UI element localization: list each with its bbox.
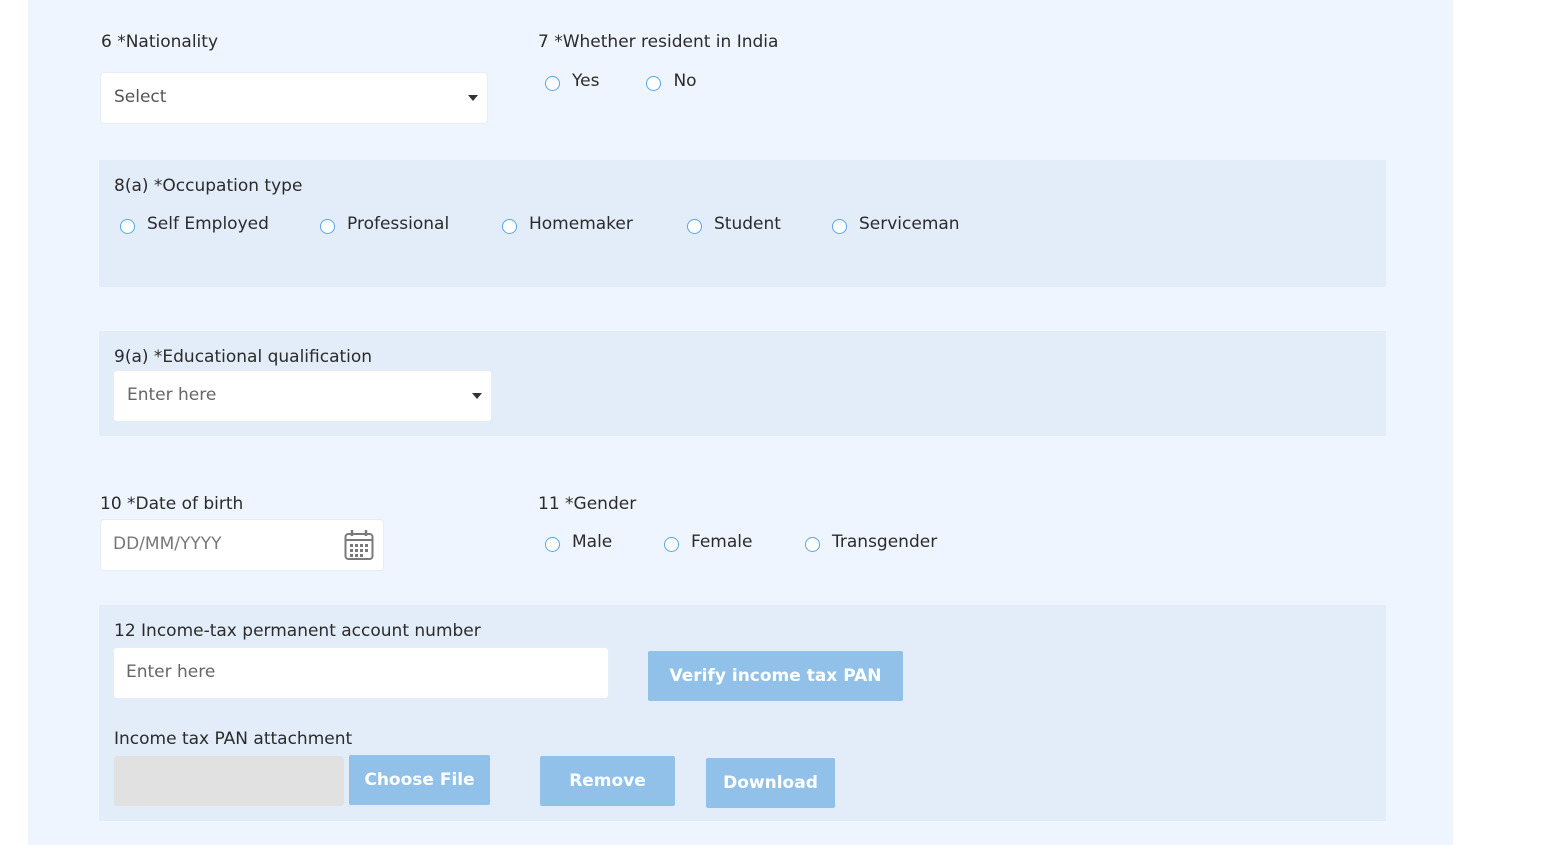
occupation-option-serviceman[interactable]: Serviceman — [832, 214, 960, 234]
gender-label: 11 *Gender — [538, 494, 637, 514]
dob-input[interactable]: DD/MM/YYYY — [101, 520, 383, 570]
radio-label: Professional — [347, 214, 450, 234]
radio-label: Self Employed — [147, 214, 269, 234]
radio-label: No — [673, 71, 697, 91]
resident-radio-group: Yes No — [545, 71, 697, 91]
nationality-label: 6 *Nationality — [101, 32, 219, 52]
education-placeholder: Enter here — [127, 385, 217, 405]
gender-option-transgender[interactable]: Transgender — [805, 532, 937, 552]
radio-button[interactable] — [545, 75, 560, 91]
dob-placeholder: DD/MM/YYYY — [113, 534, 222, 554]
occupation-option-homemaker[interactable]: Homemaker — [502, 214, 633, 234]
occupation-label: 8(a) *Occupation type — [114, 176, 303, 196]
pan-input[interactable]: Enter here — [114, 648, 608, 698]
radio-button[interactable] — [320, 218, 335, 234]
resident-label: 7 *Whether resident in India — [538, 32, 779, 52]
caret-down-icon — [468, 95, 478, 101]
radio-label: Yes — [572, 71, 600, 91]
download-button[interactable]: Download — [706, 758, 835, 808]
pan-label: 12 Income-tax permanent account number — [114, 621, 481, 641]
radio-label: Male — [572, 532, 613, 552]
file-name-field — [114, 756, 344, 806]
gender-radio-group: Male Female Transgender — [545, 532, 1045, 556]
resident-option-no[interactable]: No — [646, 71, 697, 91]
radio-button[interactable] — [545, 536, 560, 552]
verify-pan-button[interactable]: Verify income tax PAN — [648, 651, 903, 701]
radio-button[interactable] — [646, 75, 662, 91]
radio-label: Female — [691, 532, 753, 552]
occupation-option-student[interactable]: Student — [687, 214, 781, 234]
radio-button[interactable] — [120, 218, 135, 234]
radio-label: Serviceman — [859, 214, 960, 234]
caret-down-icon — [472, 393, 482, 399]
gender-option-female[interactable]: Female — [664, 532, 752, 552]
radio-label: Student — [714, 214, 781, 234]
occupation-radio-group: Self Employed Professional Homemaker Stu… — [120, 214, 1020, 238]
occupation-option-self-employed[interactable]: Self Employed — [120, 214, 269, 234]
gender-option-male[interactable]: Male — [545, 532, 612, 552]
dob-label: 10 *Date of birth — [100, 494, 244, 514]
radio-label: Homemaker — [529, 214, 633, 234]
radio-button[interactable] — [805, 536, 820, 552]
nationality-select[interactable]: Select — [101, 73, 487, 123]
nationality-selected-value: Select — [114, 87, 167, 107]
resident-option-yes[interactable]: Yes — [545, 71, 599, 91]
remove-button[interactable]: Remove — [540, 756, 675, 806]
radio-label: Transgender — [832, 532, 938, 552]
calendar-icon[interactable] — [344, 529, 374, 561]
education-select[interactable]: Enter here — [114, 371, 491, 421]
choose-file-button[interactable]: Choose File — [349, 755, 490, 805]
radio-button[interactable] — [502, 218, 517, 234]
pan-attachment-label: Income tax PAN attachment — [114, 729, 353, 749]
pan-placeholder: Enter here — [126, 662, 216, 682]
radio-button[interactable] — [664, 536, 679, 552]
radio-button[interactable] — [832, 218, 847, 234]
occupation-option-professional[interactable]: Professional — [320, 214, 449, 234]
education-label: 9(a) *Educational qualification — [114, 347, 373, 367]
radio-button[interactable] — [687, 218, 702, 234]
